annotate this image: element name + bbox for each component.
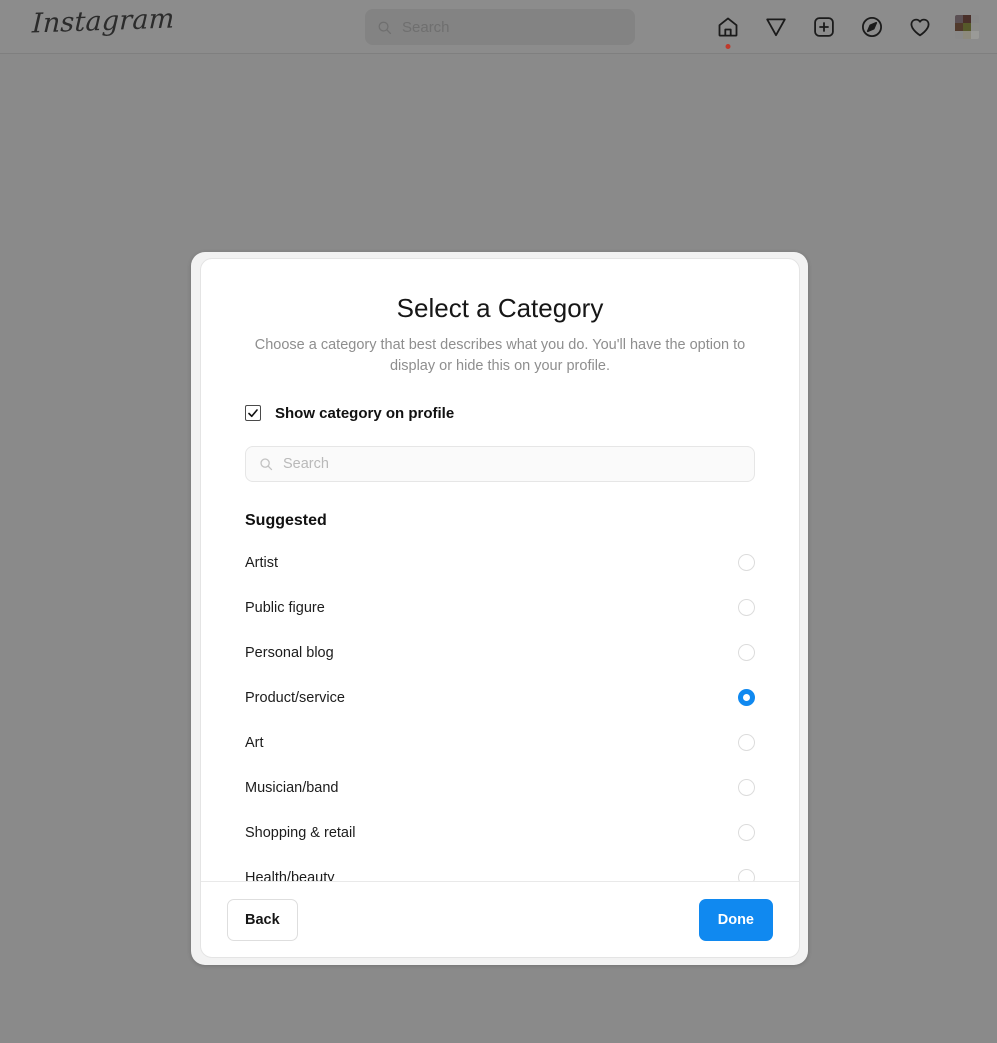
radio-button[interactable] <box>738 779 755 796</box>
category-option-label: Shopping & retail <box>245 825 355 841</box>
category-option-row[interactable]: Musician/band <box>245 765 755 810</box>
category-search-input[interactable]: Search <box>245 446 755 482</box>
header-search-placeholder: Search <box>402 19 450 36</box>
home-notification-dot <box>726 44 731 49</box>
home-icon-glyph <box>716 15 740 39</box>
radio-button[interactable] <box>738 734 755 751</box>
instagram-logo[interactable]: Instagram <box>32 5 175 37</box>
radio-button[interactable] <box>738 644 755 661</box>
dialog-title: Select a Category <box>201 294 799 324</box>
category-dialog-container: Select a Category Choose a category that… <box>191 252 808 965</box>
explore-icon[interactable] <box>859 14 885 40</box>
category-option-label: Health/beauty <box>245 870 334 881</box>
heart-icon-glyph <box>908 15 932 39</box>
category-option-label: Public figure <box>245 600 325 616</box>
show-category-checkbox[interactable] <box>245 405 261 421</box>
search-icon <box>259 457 273 471</box>
radio-button[interactable] <box>738 599 755 616</box>
show-category-checkbox-row[interactable]: Show category on profile <box>245 405 799 422</box>
select-category-dialog: Select a Category Choose a category that… <box>200 258 800 958</box>
category-option-label: Musician/band <box>245 780 339 796</box>
dialog-footer: Back Done <box>201 881 799 957</box>
back-button[interactable]: Back <box>227 899 298 941</box>
category-option-label: Art <box>245 735 264 751</box>
category-option-row[interactable]: Public figure <box>245 585 755 630</box>
dialog-description: Choose a category that best describes wh… <box>250 335 750 377</box>
radio-button-selected[interactable] <box>738 689 755 706</box>
radio-button[interactable] <box>738 824 755 841</box>
radio-button[interactable] <box>738 869 755 881</box>
new-post-icon-glyph <box>812 15 836 39</box>
messenger-icon-glyph <box>764 15 788 39</box>
header-icon-group <box>715 0 979 54</box>
category-option-row[interactable]: Health/beauty <box>245 855 755 881</box>
suggested-section-title: Suggested <box>245 512 799 530</box>
radio-button[interactable] <box>738 554 755 571</box>
new-post-icon[interactable] <box>811 14 837 40</box>
activity-heart-icon[interactable] <box>907 14 933 40</box>
category-option-row[interactable]: Artist <box>245 540 755 585</box>
home-icon[interactable] <box>715 14 741 40</box>
category-option-row[interactable]: Art <box>245 720 755 765</box>
category-option-label: Personal blog <box>245 645 334 661</box>
show-category-checkbox-label: Show category on profile <box>275 405 454 422</box>
category-option-label: Artist <box>245 555 278 571</box>
category-search-placeholder: Search <box>283 456 329 472</box>
explore-icon-glyph <box>860 15 884 39</box>
category-option-row[interactable]: Product/service <box>245 675 755 720</box>
app-header: Instagram Search <box>0 0 997 54</box>
category-option-row[interactable]: Personal blog <box>245 630 755 675</box>
check-icon <box>247 407 259 419</box>
done-button[interactable]: Done <box>699 899 773 941</box>
category-option-list: Artist Public figure Personal blog Product/… <box>201 540 799 881</box>
search-icon <box>377 20 392 35</box>
header-search-input[interactable]: Search <box>365 9 635 45</box>
dialog-body: Select a Category Choose a category that… <box>201 259 799 881</box>
category-option-row[interactable]: Shopping & retail <box>245 810 755 855</box>
messenger-icon[interactable] <box>763 14 789 40</box>
category-option-label: Product/service <box>245 690 345 706</box>
profile-avatar[interactable] <box>955 15 979 39</box>
